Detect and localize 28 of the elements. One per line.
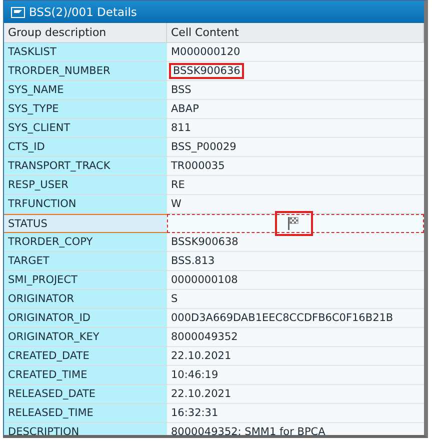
row-label: TRORDER_NUMBER (4, 62, 167, 81)
row-label: TRANSPORT_TRACK (4, 157, 167, 176)
column-header[interactable]: Cell Content (167, 23, 424, 43)
column-header[interactable]: Group description (4, 23, 167, 43)
row-label: CREATED_TIME (4, 366, 167, 385)
row-label: SYS_TYPE (4, 100, 167, 119)
row-label: CREATED_DATE (4, 347, 167, 366)
row-label: SYS_NAME (4, 81, 167, 100)
row-label: TARGET (4, 252, 167, 271)
input-field[interactable] (167, 214, 424, 233)
flag-icon (288, 217, 300, 230)
window-icon (11, 6, 25, 18)
row-label: TASKLIST (4, 43, 167, 62)
row-label: DESCRIPTION (4, 423, 167, 435)
row-label: SYS_CLIENT (4, 119, 167, 138)
row-label: TRFUNCTION (4, 195, 167, 214)
window-title: BSS(2)/001 Details (29, 5, 137, 19)
row-label: RELEASED_TIME (4, 404, 167, 423)
row-label: ORIGINATOR (4, 290, 167, 309)
row-label: TRORDER_COPY (4, 233, 167, 252)
row-label: STATUS (4, 214, 167, 233)
row-label: SMI_PROJECT (4, 271, 167, 290)
row-label: ORIGINATOR_KEY (4, 328, 167, 347)
value-cell: BSSK900636 (167, 62, 424, 81)
row-label: RELEASED_DATE (4, 385, 167, 404)
row-label: CTS_ID (4, 138, 167, 157)
row-label: RESP_USER (4, 176, 167, 195)
row-label: ORIGINATOR_ID (4, 309, 167, 328)
